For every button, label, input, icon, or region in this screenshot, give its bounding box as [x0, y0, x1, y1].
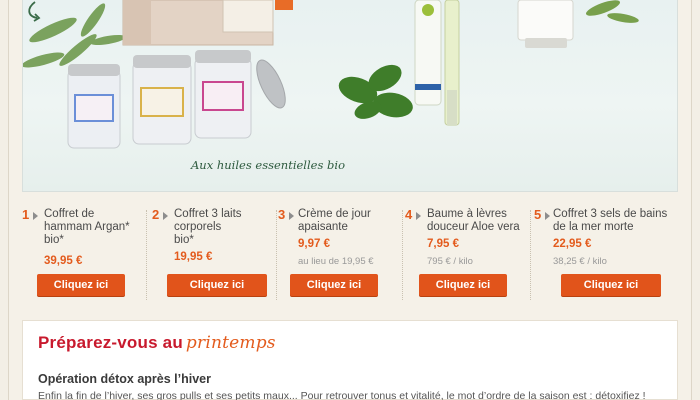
product-5: 5 Coffret 3 sels de bains de la mer mort… — [534, 206, 678, 302]
section-paragraph: Enfin la fin de l’hiver, ses gros pulls … — [38, 390, 646, 400]
product-price: 7,95 € — [427, 238, 459, 250]
separator — [402, 210, 403, 300]
product-name-line: bio* — [174, 234, 194, 246]
bullet-arrow-icon — [33, 212, 38, 220]
product-price: 9,97 € — [298, 238, 330, 250]
product-name-line: Coffret 3 laits — [174, 208, 242, 220]
separator — [146, 210, 147, 300]
cliquez-ici-button[interactable]: Cliquez ici — [167, 274, 267, 296]
cliquez-ici-button[interactable]: Cliquez ici — [290, 274, 378, 296]
product-name-line: bio* — [44, 234, 64, 246]
product-name-line: Coffret de — [44, 208, 95, 220]
product-price: 39,95 € — [44, 255, 83, 267]
product-name-line: Coffret 3 sels de bains — [553, 208, 668, 220]
product-name-line: Baume à lèvres — [427, 208, 507, 220]
cliquez-ici-button[interactable]: Cliquez ici — [37, 274, 125, 296]
product-name[interactable]: Baume à lèvres douceur Aloe vera — [427, 208, 520, 234]
price-per-kilo: 795 € / kilo — [427, 256, 473, 267]
separator — [530, 210, 531, 300]
separator — [276, 210, 277, 300]
cliquez-ici-button[interactable]: Cliquez ici — [419, 274, 507, 296]
product-name[interactable]: Coffret 3 laits corporels bio* — [174, 208, 242, 247]
old-price: au lieu de 19,95 € — [298, 256, 374, 267]
bullet-arrow-icon — [163, 212, 168, 220]
product-number: 2 — [152, 207, 160, 222]
section-title: Préparez-vous au printemps — [38, 333, 276, 353]
section-title-text: Préparez-vous au — [38, 333, 183, 352]
section-title-highlight: printemps — [185, 333, 276, 353]
product-2: 2 Coffret 3 laits corporels bio* 19,95 €… — [152, 206, 277, 302]
hero-banner[interactable]: Aux huiles essentielles bio — [22, 0, 678, 192]
product-number: 1 — [22, 207, 30, 222]
product-price: 22,95 € — [553, 238, 592, 250]
bullet-arrow-icon — [289, 212, 294, 220]
product-1: 1 Coffret de hammam Argan* bio* 39,95 € … — [22, 206, 142, 302]
price-per-kilo: 38,25 € / kilo — [553, 256, 607, 267]
section-subtitle: Opération détox après l’hiver — [38, 372, 211, 386]
product-number: 3 — [278, 207, 286, 222]
product-price: 19,95 € — [174, 251, 213, 263]
product-4: 4 Baume à lèvres douceur Aloe vera 7,95 … — [405, 206, 533, 302]
bullet-arrow-icon — [545, 212, 550, 220]
product-name[interactable]: Coffret de hammam Argan* bio* — [44, 208, 130, 247]
product-name-line: apaisante — [298, 221, 348, 233]
products-row: 1 Coffret de hammam Argan* bio* 39,95 € … — [22, 206, 678, 302]
cliquez-ici-button[interactable]: Cliquez ici — [561, 274, 661, 296]
hero-caption: Aux huiles essentielles bio — [191, 158, 345, 172]
hero-illustration — [23, 0, 639, 149]
product-3: 3 Crème de jour apaisante 9,97 € au lieu… — [278, 206, 406, 302]
bullet-arrow-icon — [416, 212, 421, 220]
product-name-line: hammam Argan* — [44, 221, 130, 233]
product-name-line: de la mer morte — [553, 221, 634, 233]
product-name-line: corporels — [174, 221, 222, 233]
product-name[interactable]: Coffret 3 sels de bains de la mer morte — [553, 208, 667, 234]
product-name-line: douceur Aloe vera — [427, 221, 520, 233]
product-name-line: Crème de jour — [298, 208, 371, 220]
product-name[interactable]: Crème de jour apaisante — [298, 208, 371, 234]
curved-arrow-icon — [28, 1, 41, 22]
product-number: 5 — [534, 207, 542, 222]
spring-section: Préparez-vous au printemps Opération déto… — [22, 320, 678, 400]
product-number: 4 — [405, 207, 413, 222]
